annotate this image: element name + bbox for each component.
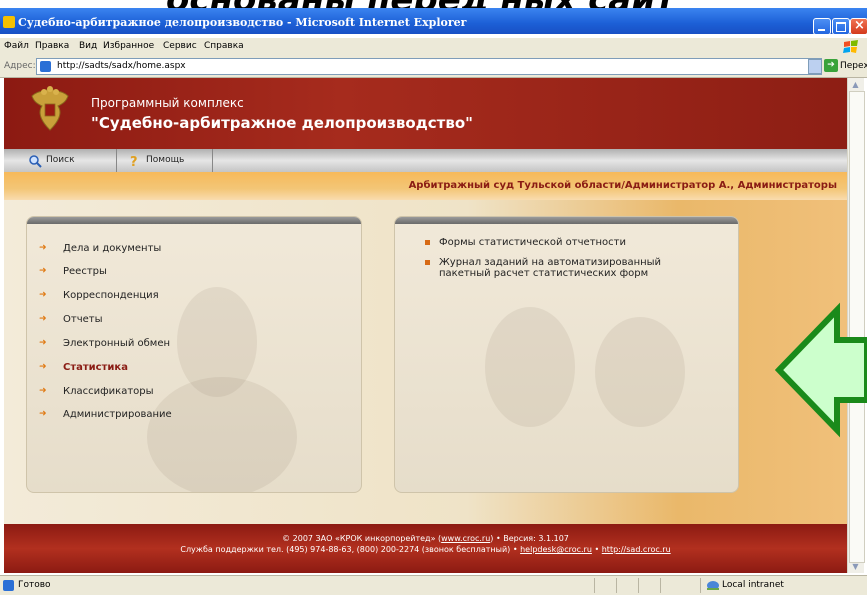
app-header: Программный комплекс "Судебно-арбитражно… <box>4 78 847 149</box>
arrow-bullet-icon: ➜ <box>39 266 47 276</box>
left-pointing-arrow-annotation <box>775 302 867 438</box>
nav-item-label: Отчеты <box>63 314 103 325</box>
address-bar: Адрес: http://sadts/sadx/home.aspx ➔ Пер… <box>0 56 867 78</box>
background-photo-figure <box>147 377 297 492</box>
footer-text: © 2007 ЗАО «КРОК инкорпорейтед» ( <box>282 534 442 543</box>
windows-logo-icon <box>843 40 858 53</box>
app-subtitle: Программный комплекс <box>91 96 244 110</box>
square-bullet-icon <box>425 260 430 265</box>
arrow-bullet-icon: ➜ <box>39 386 47 396</box>
address-input[interactable]: http://sadts/sadx/home.aspx <box>36 58 822 75</box>
square-bullet-icon <box>425 240 430 245</box>
nav-item-label: Реестры <box>63 266 107 277</box>
nav-item-label: Корреспонденция <box>63 290 159 301</box>
menu-help[interactable]: Справка <box>204 41 244 51</box>
footer-text: Служба поддержки тел. (495) 974-88-63, (… <box>180 545 521 554</box>
status-divider <box>660 578 661 593</box>
maximize-button[interactable] <box>832 18 850 35</box>
window-title: Судебно-арбитражное делопроизводство - M… <box>18 16 467 29</box>
security-zone: Local intranet <box>722 580 784 590</box>
app-toolbar: Поиск ? Помощь <box>4 149 847 172</box>
menu-edit[interactable]: Правка <box>35 41 69 51</box>
support-site-link[interactable]: http://sad.croc.ru <box>602 545 671 554</box>
croc-site-link[interactable]: www.croc.ru <box>441 534 490 543</box>
help-button[interactable]: ? Помощь <box>116 149 213 172</box>
window-titlebar[interactable]: Судебно-арбитражное делопроизводство - M… <box>0 8 867 35</box>
nav-item-label: Классификаторы <box>63 386 154 397</box>
nav-item-label: Дела и документы <box>63 243 162 254</box>
menu-view[interactable]: Вид <box>79 41 97 51</box>
main-area: ➜ Дела и документы ➜ Реестры ➜ Корреспонден… <box>4 200 847 524</box>
panel-top-strip <box>27 217 361 224</box>
arrow-bullet-icon: ➜ <box>39 409 47 419</box>
status-text: Готово <box>18 580 51 590</box>
status-divider <box>616 578 617 593</box>
address-url: http://sadts/sadx/home.aspx <box>57 61 186 71</box>
menu-tools[interactable]: Сервис <box>163 41 197 51</box>
address-label: Адрес: <box>4 61 36 71</box>
link-label: Формы статистической отчетности <box>439 237 626 248</box>
close-icon: × <box>854 18 865 33</box>
help-label: Помощь <box>146 155 185 165</box>
go-button[interactable]: Переход <box>840 61 867 71</box>
address-dropdown-button[interactable] <box>808 59 822 74</box>
helpdesk-email-link[interactable]: helpdesk@croc.ru <box>520 545 592 554</box>
status-divider <box>700 578 701 593</box>
nav-item-label: Электронный обмен <box>63 338 171 349</box>
page-content: Программный комплекс "Судебно-арбитражно… <box>4 78 847 573</box>
panel-top-strip <box>395 217 738 224</box>
arrow-bullet-icon: ➜ <box>39 314 47 324</box>
status-bar: Готово Local intranet <box>0 575 867 595</box>
navigation-panel: ➜ Дела и документы ➜ Реестры ➜ Корреспонден… <box>26 216 362 493</box>
statistics-panel: Формы статистической отчетности Журнал з… <box>394 216 739 493</box>
background-photo-figure <box>595 317 685 427</box>
search-button[interactable]: Поиск <box>4 149 117 172</box>
app-title: "Судебно-арбитражное делопроизводство" <box>91 114 473 132</box>
footer-copyright: © 2007 ЗАО «КРОК инкорпорейтед» (www.cro… <box>4 534 847 543</box>
search-icon <box>29 155 42 168</box>
arrow-bullet-icon: ➜ <box>39 338 47 348</box>
svg-text:?: ? <box>130 155 138 168</box>
scroll-down-icon[interactable]: ▼ <box>851 562 860 571</box>
menu-file[interactable]: Файл <box>4 41 29 51</box>
menu-bar: Файл Правка Вид Избранное Сервис Справка <box>0 38 867 57</box>
status-divider <box>638 578 639 593</box>
intranet-globe-icon <box>707 581 719 590</box>
court-user-info: Арбитражный суд Тульской области/Админис… <box>408 180 837 191</box>
minimize-button[interactable] <box>813 18 831 35</box>
russian-coat-of-arms-icon <box>31 86 69 131</box>
arrow-bullet-icon: ➜ <box>39 362 47 372</box>
arrow-bullet-icon: ➜ <box>39 290 47 300</box>
status-divider <box>594 578 595 593</box>
nav-item-label: Статистика <box>63 362 128 373</box>
arrow-bullet-icon: ➜ <box>39 243 47 253</box>
footer-separator: • <box>591 545 602 554</box>
page-footer: © 2007 ЗАО «КРОК инкорпорейтед» (www.cro… <box>4 524 847 573</box>
go-arrow-icon[interactable]: ➔ <box>824 59 838 72</box>
footer-support: Служба поддержки тел. (495) 974-88-63, (… <box>4 545 847 554</box>
link-label: Журнал заданий на автоматизированный пак… <box>439 257 662 279</box>
footer-version: ) • Версия: 3.1.107 <box>490 534 569 543</box>
nav-item-label: Администрирование <box>63 409 172 420</box>
question-mark-icon: ? <box>130 155 138 168</box>
user-info-bar: Арбитражный суд Тульской области/Админис… <box>4 172 847 200</box>
page-icon <box>40 61 51 72</box>
search-label: Поиск <box>46 155 75 165</box>
close-button[interactable]: × <box>850 18 867 35</box>
menu-favorites[interactable]: Избранное <box>103 41 154 51</box>
page-status-icon <box>3 580 14 591</box>
ie-app-icon <box>3 16 15 28</box>
background-photo-figure <box>485 307 575 427</box>
scroll-up-icon[interactable]: ▲ <box>851 80 860 89</box>
